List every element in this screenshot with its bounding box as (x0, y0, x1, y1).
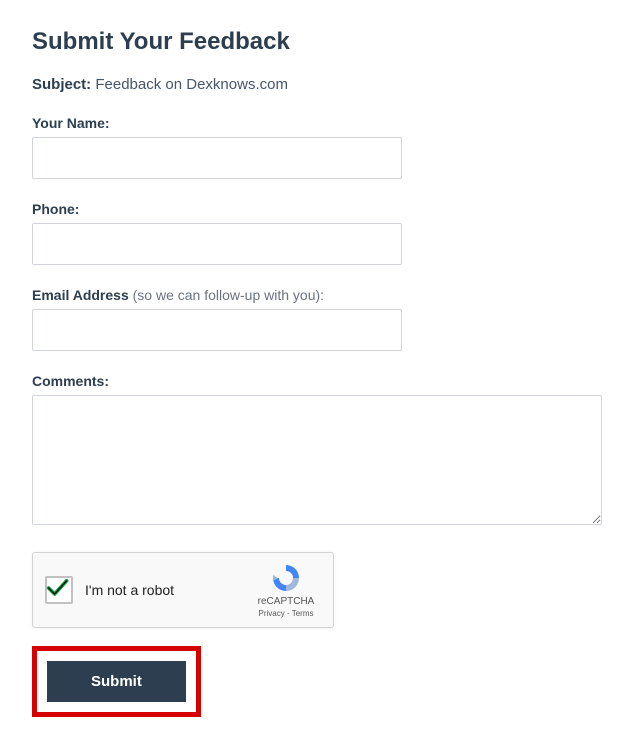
email-label-text: Email Address (32, 287, 129, 303)
recaptcha-terms-link[interactable]: Terms (292, 609, 314, 618)
checkmark-icon (45, 572, 69, 604)
recaptcha-link-separator: - (285, 609, 292, 618)
submit-button[interactable]: Submit (47, 661, 186, 702)
email-input[interactable] (32, 309, 402, 351)
recaptcha-checkbox[interactable] (45, 576, 73, 604)
recaptcha-icon (270, 562, 302, 594)
email-label-hint: (so we can follow-up with you): (129, 287, 324, 303)
phone-label: Phone: (32, 201, 595, 217)
phone-input[interactable] (32, 223, 402, 265)
recaptcha-links: Privacy - Terms (259, 609, 314, 618)
recaptcha-brand: reCAPTCHA (258, 596, 315, 607)
subject-line: Subject: Feedback on Dexknows.com (32, 76, 595, 93)
recaptcha-logo: reCAPTCHA Privacy - Terms (251, 562, 321, 618)
comments-label: Comments: (32, 373, 595, 389)
email-label: Email Address (so we can follow-up with … (32, 287, 595, 303)
recaptcha-label: I'm not a robot (85, 582, 251, 598)
page-title: Submit Your Feedback (32, 28, 595, 56)
subject-value: Feedback on Dexknows.com (95, 76, 288, 93)
recaptcha-privacy-link[interactable]: Privacy (259, 609, 285, 618)
recaptcha-widget: I'm not a robot reCAPTCHA Privacy - Term… (32, 552, 334, 628)
comments-input[interactable] (32, 395, 602, 525)
subject-label: Subject: (32, 76, 91, 93)
name-label: Your Name: (32, 115, 595, 131)
submit-highlight-box: Submit (32, 646, 201, 717)
name-input[interactable] (32, 137, 402, 179)
